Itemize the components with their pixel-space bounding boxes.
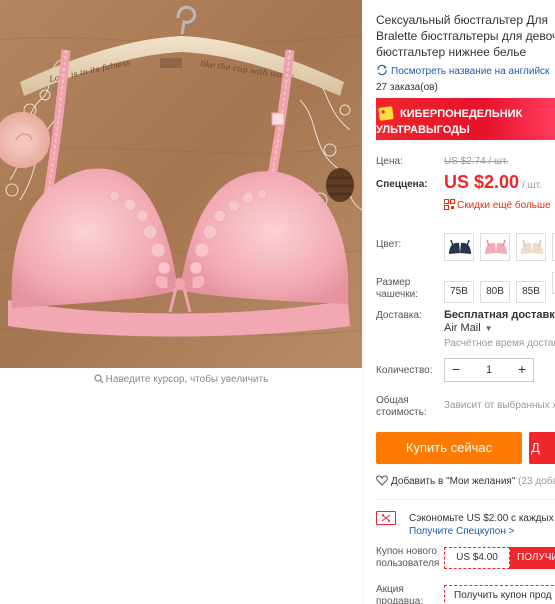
product-title: Сексуальный бюстгальтер Для Bralette бюс… <box>376 12 555 60</box>
color-label: Цвет: <box>376 239 402 250</box>
old-price: US $2.74 / шт. <box>444 156 509 167</box>
size-option[interactable]: 80B <box>480 281 510 303</box>
promo-subtitle: УЛЬТРАВЫГОДЫ <box>376 124 470 136</box>
get-seller-coupon-button[interactable]: Получить купон прод <box>444 585 555 604</box>
add-to-wishlist-link[interactable]: Добавить в "Мои желания" (23 добав <box>376 475 555 487</box>
more-discounts-link[interactable]: Скидки ещё больше <box>444 199 551 211</box>
quantity-label: Количество: <box>376 365 433 376</box>
promo-banner[interactable]: КИБЕРПОНЕДЕЛЬНИК УЛЬТРАВЫГОДЫ <box>376 98 555 140</box>
wishlist-text: Добавить в "Мои желания" <box>391 476 516 487</box>
special-price: US $2.00/ шт. <box>444 172 542 193</box>
free-shipping-text: Бесплатная доставка в <box>444 309 555 321</box>
quantity-input[interactable] <box>471 359 507 381</box>
section-divider <box>376 499 555 500</box>
zoom-hint-text: Наведите курсор, чтобы увеличить <box>105 374 269 385</box>
special-price-label: Спеццена: <box>376 179 428 190</box>
size-option[interactable]: 75B <box>444 281 474 303</box>
shipping-method: Air Mail <box>444 322 481 334</box>
title-line: бюстгальтер нижнее белье <box>376 45 527 59</box>
magnifier-icon <box>94 374 104 384</box>
shipping-method-select[interactable]: Air Mail ▼ <box>444 322 493 334</box>
qr-code-icon <box>444 199 455 210</box>
title-line: Сексуальный бюстгальтер Для <box>376 13 548 27</box>
panel-divider <box>362 0 363 604</box>
color-swatch-navy[interactable] <box>444 233 474 261</box>
translate-title-link[interactable]: Посмотреть название на английск <box>376 64 549 77</box>
zoom-hint: Наведите курсор, чтобы увеличить <box>0 374 362 385</box>
translate-icon <box>377 64 387 76</box>
seller-promo-label: Акция продавца: <box>376 584 424 604</box>
quantity-decrease-button[interactable]: − <box>445 359 467 381</box>
special-price-value: US $2.00 <box>444 172 520 192</box>
size-option[interactable]: 85B <box>516 281 546 303</box>
more-discounts-text: Скидки ещё больше <box>457 200 551 211</box>
total-hint: Зависит от выбранных х <box>444 400 555 411</box>
get-new-user-coupon-button[interactable]: ПОЛУЧИ <box>510 547 555 569</box>
product-detail: Сексуальный бюстгальтер Для Bralette бюс… <box>376 0 555 604</box>
promo-title: КИБЕРПОНЕДЕЛЬНИК <box>400 108 523 120</box>
heart-icon <box>376 475 388 486</box>
new-user-coupon-label: Купон нового пользователя <box>376 546 440 569</box>
new-user-coupon-value: US $4.00 <box>444 547 510 569</box>
delivery-time: Расчётное время доставк <box>444 338 555 349</box>
product-photo[interactable]: Love is in its fulness like the cup with… <box>0 0 362 368</box>
coupon-icon <box>376 511 396 525</box>
tag-icon <box>378 106 394 121</box>
wishlist-count: (23 добав <box>518 476 555 487</box>
chevron-down-icon: ▼ <box>484 324 493 333</box>
add-to-cart-button[interactable]: Д <box>529 432 555 464</box>
title-line: Bralette бюстгальтеры для девоч <box>376 29 555 43</box>
size-options: 75B 80B 85B <box>444 272 555 303</box>
image-gallery: Love is in its fulness like the cup with… <box>0 0 362 604</box>
translate-text: Посмотреть название на английск <box>391 66 550 77</box>
savings-text: Сэкономьте US $2.00 с каждых U <box>409 513 555 524</box>
price-label: Цена: <box>376 156 403 167</box>
product-photo-art: Love is in its fulness like the cup with… <box>0 0 362 368</box>
get-special-coupon-link[interactable]: Получите Спецкупон > <box>409 526 515 537</box>
buy-now-button[interactable]: Купить сейчас <box>376 432 522 464</box>
bra-thumbnail-icon <box>521 239 543 254</box>
bra-thumbnail-icon <box>485 239 507 254</box>
color-swatch-pink[interactable] <box>480 233 510 261</box>
price-unit: / шт. <box>522 180 542 191</box>
color-swatch-beige[interactable] <box>516 233 546 261</box>
quantity-stepper: − + <box>444 358 534 382</box>
product-page: Love is in its fulness like the cup with… <box>0 0 555 604</box>
quantity-increase-button[interactable]: + <box>511 359 533 381</box>
total-label: Общая стоимость: <box>376 395 427 418</box>
color-swatches <box>444 233 555 261</box>
orders-count: 27 заказа(ов) <box>376 82 438 93</box>
shipping-label: Доставка: <box>376 310 422 321</box>
size-label: Размер чашечки: <box>376 277 418 300</box>
bra-thumbnail-icon <box>449 239 471 254</box>
